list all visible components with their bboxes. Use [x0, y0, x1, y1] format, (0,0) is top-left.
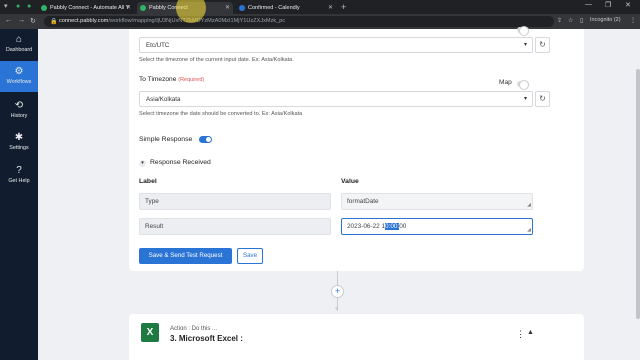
- required-text: (Required): [178, 77, 205, 83]
- sidebar-item-label: Dashboard: [5, 47, 33, 53]
- history-icon: ⟲: [14, 100, 24, 111]
- maximize-icon[interactable]: ❐: [605, 1, 611, 9]
- selected-text: 0:00:: [385, 223, 400, 230]
- sidebar-item-label: Get Help: [8, 178, 30, 184]
- gear-icon: ✱: [14, 132, 24, 143]
- response-label-cell: Result: [139, 218, 331, 235]
- workflow-icon: ⚙: [14, 66, 24, 77]
- tab-pabbly-automate[interactable]: Pabbly Connect - Automate All Y ✕: [38, 2, 134, 14]
- sidebar-item-label: Workflows: [6, 79, 32, 85]
- resize-handle-icon[interactable]: ◢: [527, 227, 531, 233]
- map-toggle-to-timezone[interactable]: [517, 80, 529, 90]
- action-config-card: Etc/UTC ▾ ↻ Select the timezone of the c…: [129, 26, 584, 271]
- refresh-button[interactable]: ↻: [535, 91, 550, 107]
- map-label: Map: [499, 79, 512, 86]
- to-timezone-label: To Timezone (Required): [139, 76, 204, 83]
- calendly-favicon-icon: [239, 5, 245, 11]
- close-tab-icon[interactable]: ✕: [225, 2, 230, 14]
- sidebar-item-settings[interactable]: ✱ Settings: [0, 127, 38, 158]
- url-text: connect.pabbly.com/workflow/mapping/IjU3…: [59, 18, 285, 24]
- pabbly-favicon-icon: [41, 5, 47, 11]
- close-window-icon[interactable]: ✕: [625, 1, 631, 9]
- chevron-up-icon[interactable]: ▲: [527, 329, 534, 336]
- simple-response-label: Simple Response: [139, 136, 193, 143]
- sidebar-item-label: Settings: [9, 145, 29, 151]
- refresh-button[interactable]: ↻: [535, 37, 550, 53]
- more-options-icon[interactable]: ⋮: [516, 329, 525, 340]
- to-timezone-help: Select timezone the date should be conve…: [139, 111, 303, 117]
- save-and-send-test-button[interactable]: Save & Send Test Request: [139, 248, 232, 264]
- map-toggle-input-timezone[interactable]: [517, 26, 529, 36]
- tab-search-icon[interactable]: ▾: [4, 2, 8, 12]
- simple-response-toggle[interactable]: [199, 136, 212, 143]
- next-action-card[interactable]: X Action : Do this ... 3. Microsoft Exce…: [129, 314, 584, 360]
- sidebar-item-workflows[interactable]: ⚙ Workflows: [0, 61, 38, 92]
- lock-icon: 🔒: [50, 19, 58, 25]
- tab-title: Pabbly Connect - Automate All Y: [50, 5, 130, 11]
- microsoft-excel-icon: X: [141, 323, 159, 342]
- add-step-button[interactable]: +: [331, 285, 344, 298]
- minimize-icon[interactable]: —: [585, 1, 592, 8]
- main-content: Etc/UTC ▾ ↻ Select the timezone of the c…: [38, 26, 640, 360]
- cell-text: formatDate: [347, 198, 379, 205]
- scrollbar-thumb[interactable]: [636, 69, 640, 319]
- to-timezone-select[interactable]: Asia/Kolkata ▾: [139, 91, 533, 107]
- tab-title: Confirmed - Calendly: [248, 5, 300, 11]
- input-timezone-select[interactable]: Etc/UTC ▾: [139, 37, 533, 53]
- home-icon: ⌂: [15, 34, 23, 45]
- sidebar-item-history[interactable]: ⟲ History: [0, 95, 38, 126]
- select-value: Etc/UTC: [146, 42, 170, 49]
- address-bar: ← → ↻ 🔒 connect.pabbly.com/workflow/mapp…: [0, 14, 640, 29]
- cell-text: Result: [145, 223, 164, 230]
- text-after-selection: 00: [399, 223, 407, 230]
- sidebar-item-label: History: [10, 113, 28, 119]
- label-column-header: Label: [139, 178, 157, 185]
- input-timezone-help: Select the timezone of the current input…: [139, 57, 294, 63]
- tab-calendly[interactable]: Confirmed - Calendly ✕: [236, 2, 336, 14]
- text-before-selection: 2023-06-22 1: [347, 223, 386, 230]
- chevron-down-icon: ▾: [523, 96, 527, 102]
- field-label: To Timezone: [139, 76, 177, 83]
- pinned-tab-icon[interactable]: ●: [16, 2, 20, 12]
- arrow-down-icon: ▼: [334, 306, 339, 312]
- pabbly-favicon-icon: [140, 5, 146, 11]
- chevron-down-icon: ▾: [139, 160, 146, 167]
- sidebar-item-dashboard[interactable]: ⌂ Dashboard: [0, 29, 38, 60]
- url-input[interactable]: 🔒 connect.pabbly.com/workflow/mapping/Ij…: [44, 16, 554, 27]
- close-tab-icon[interactable]: ✕: [126, 2, 131, 14]
- sidebar-item-get-help[interactable]: ? Get Help: [0, 160, 38, 191]
- incognito-badge[interactable]: Incognito (2): [590, 17, 621, 23]
- response-received-toggle[interactable]: ▾ Response Received: [139, 159, 211, 167]
- pinned-tab-icon-2[interactable]: ●: [27, 2, 31, 12]
- back-icon[interactable]: ←: [5, 17, 12, 24]
- response-value-cell[interactable]: formatDate ◢: [341, 193, 533, 210]
- url-host: connect.pabbly.com: [59, 18, 109, 24]
- new-tab-button[interactable]: +: [341, 2, 346, 12]
- value-column-header: Value: [341, 178, 359, 185]
- share-icon[interactable]: ⇪: [557, 17, 562, 24]
- help-icon: ?: [16, 165, 22, 176]
- page-scrollbar[interactable]: [636, 29, 640, 360]
- chevron-down-icon: ▾: [523, 42, 527, 48]
- action-tag: Action : Do this ...: [170, 326, 218, 332]
- select-value: Asia/Kolkata: [146, 96, 181, 103]
- sidebar: ⌂ Dashboard ⚙ Workflows ⟲ History ✱ Sett…: [0, 29, 38, 360]
- action-title: 3. Microsoft Excel :: [170, 334, 243, 343]
- cell-text: Type: [145, 198, 159, 205]
- close-tab-icon[interactable]: ✕: [328, 2, 333, 14]
- browser-tab-bar: ▾ ● ● Pabbly Connect - Automate All Y ✕ …: [0, 0, 640, 14]
- resize-handle-icon[interactable]: ◢: [527, 202, 531, 208]
- cell-text: 2023-06-22 10:00:00: [347, 223, 406, 230]
- star-icon[interactable]: ☆: [568, 17, 573, 24]
- sidepanel-icon[interactable]: ▯: [580, 17, 583, 24]
- response-label-cell: Type: [139, 193, 331, 210]
- reload-icon[interactable]: ↻: [30, 17, 36, 25]
- forward-icon[interactable]: →: [18, 17, 25, 24]
- menu-icon[interactable]: ⋮: [630, 17, 636, 24]
- response-value-textarea[interactable]: 2023-06-22 10:00:00 ◢: [341, 218, 533, 235]
- response-heading: Response Received: [150, 159, 211, 166]
- save-button[interactable]: Save: [237, 248, 263, 264]
